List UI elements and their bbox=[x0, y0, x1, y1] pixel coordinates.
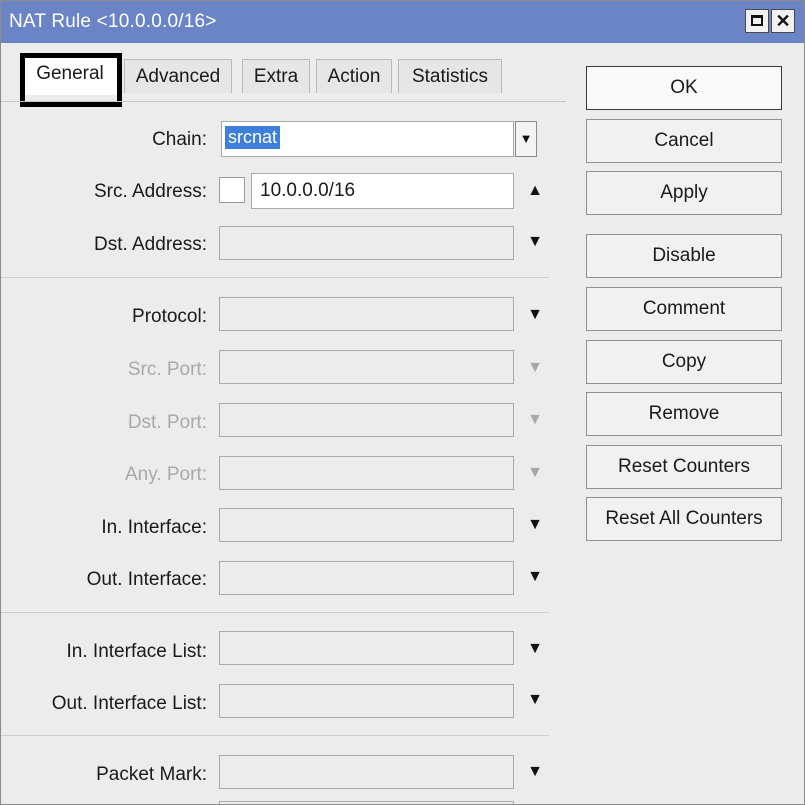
chevron-down-icon: ▼ bbox=[519, 131, 533, 146]
expand-arrow-icon: ▼ bbox=[527, 411, 543, 428]
packet-mark-input[interactable] bbox=[219, 755, 514, 789]
dst-port-label: Dst. Port: bbox=[127, 412, 207, 433]
disable-button[interactable]: Disable bbox=[586, 234, 782, 278]
src-address-label: Src. Address: bbox=[94, 181, 207, 202]
tab-extra[interactable]: Extra bbox=[242, 59, 310, 93]
expand-arrow-icon: ▼ bbox=[527, 464, 543, 481]
tab-statistics[interactable]: Statistics bbox=[398, 59, 502, 93]
chain-value: srcnat bbox=[225, 126, 281, 149]
tab-general[interactable]: General bbox=[23, 53, 117, 95]
src-port-input bbox=[219, 350, 514, 384]
tab-action[interactable]: Action bbox=[316, 59, 392, 93]
out-interface-input[interactable] bbox=[219, 561, 514, 595]
dst-address-label: Dst. Address: bbox=[94, 234, 207, 255]
tab-advanced[interactable]: Advanced bbox=[124, 59, 232, 93]
protocol-label: Protocol: bbox=[132, 306, 207, 327]
expand-arrow-icon[interactable]: ▼ bbox=[525, 640, 545, 658]
dst-port-input bbox=[219, 403, 514, 437]
section-divider bbox=[1, 735, 549, 736]
expand-arrow-icon[interactable]: ▼ bbox=[525, 691, 545, 709]
tab-bar: General Advanced Extra Action Statistics bbox=[1, 43, 571, 103]
apply-button[interactable]: Apply bbox=[586, 171, 782, 215]
expand-arrow-icon[interactable]: ▼ bbox=[525, 233, 545, 251]
expand-arrow-icon[interactable]: ▼ bbox=[525, 763, 545, 781]
expand-arrow-icon[interactable]: ▼ bbox=[525, 568, 545, 586]
copy-button[interactable]: Copy bbox=[586, 340, 782, 384]
expand-arrow-icon: ▼ bbox=[527, 359, 543, 376]
protocol-input[interactable] bbox=[219, 297, 514, 331]
expand-arrow-icon[interactable]: ▼ bbox=[525, 306, 545, 324]
remove-button[interactable]: Remove bbox=[586, 392, 782, 436]
src-address-invert-checkbox[interactable] bbox=[219, 177, 245, 203]
out-interface-list-input[interactable] bbox=[219, 684, 514, 718]
section-divider bbox=[1, 277, 549, 278]
out-interface-list-label: Out. Interface List: bbox=[51, 693, 207, 714]
ok-button[interactable]: OK bbox=[586, 66, 782, 110]
chain-dropdown-button[interactable]: ▼ bbox=[515, 121, 537, 157]
packet-mark-label: Packet Mark: bbox=[96, 764, 207, 785]
window-title: NAT Rule <10.0.0.0/16> bbox=[9, 11, 217, 32]
maximize-icon bbox=[751, 15, 763, 26]
in-interface-list-label: In. Interface List: bbox=[66, 641, 207, 662]
expand-arrow-icon[interactable]: ▼ bbox=[525, 516, 545, 534]
chain-select[interactable]: srcnat bbox=[221, 121, 514, 157]
cancel-button[interactable]: Cancel bbox=[586, 119, 782, 163]
any-port-label: Any. Port: bbox=[124, 464, 207, 485]
reset-all-counters-button[interactable]: Reset All Counters bbox=[586, 497, 782, 541]
tab-panel-border bbox=[1, 101, 566, 102]
collapse-arrow-icon[interactable]: ▲ bbox=[525, 182, 545, 200]
src-port-label: Src. Port: bbox=[127, 359, 207, 380]
nat-rule-window: NAT Rule <10.0.0.0/16> ✕ General Advance… bbox=[0, 0, 805, 805]
close-button[interactable]: ✕ bbox=[771, 9, 795, 33]
close-icon: ✕ bbox=[775, 11, 791, 31]
out-interface-label: Out. Interface: bbox=[86, 569, 207, 590]
in-interface-list-input[interactable] bbox=[219, 631, 514, 665]
src-address-input[interactable]: 10.0.0.0/16 bbox=[251, 173, 514, 209]
title-bar[interactable]: NAT Rule <10.0.0.0/16> ✕ bbox=[1, 1, 804, 43]
reset-counters-button[interactable]: Reset Counters bbox=[586, 445, 782, 489]
in-interface-label: In. Interface: bbox=[101, 517, 207, 538]
chain-label: Chain: bbox=[152, 129, 207, 150]
in-interface-input[interactable] bbox=[219, 508, 514, 542]
section-divider bbox=[1, 612, 549, 613]
next-field-input[interactable] bbox=[219, 801, 514, 804]
src-address-value: 10.0.0.0/16 bbox=[260, 180, 356, 201]
maximize-button[interactable] bbox=[745, 9, 769, 33]
any-port-input bbox=[219, 456, 514, 490]
comment-button[interactable]: Comment bbox=[586, 287, 782, 331]
dst-address-input[interactable] bbox=[219, 226, 514, 260]
